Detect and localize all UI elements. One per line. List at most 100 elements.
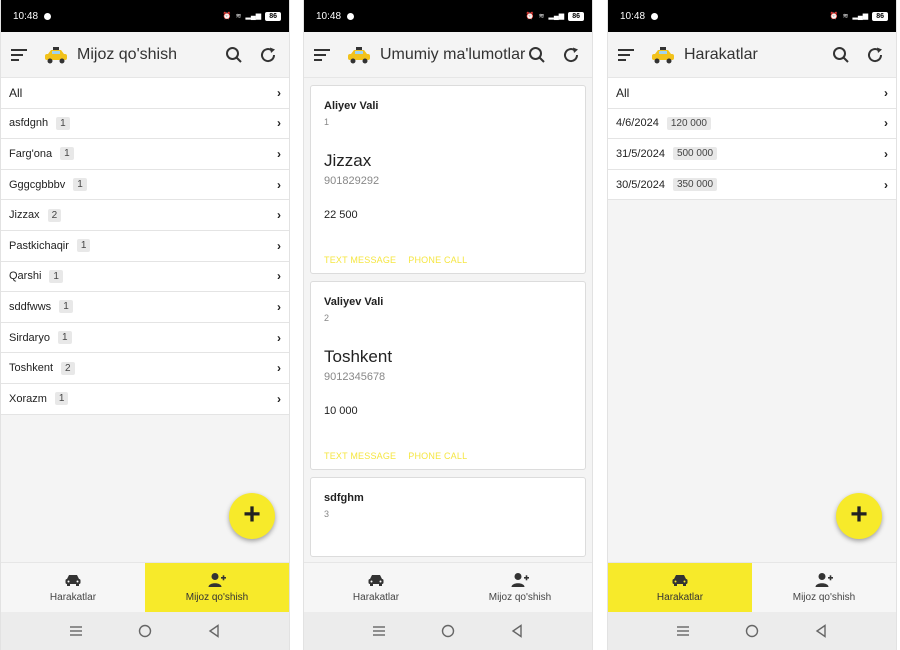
list-item[interactable]: Qarshi 1 ›	[1, 261, 289, 293]
region-name: asfdgnh	[9, 117, 49, 130]
home-icon[interactable]	[743, 622, 761, 640]
client-city: Toshkent	[324, 347, 393, 366]
phone-screen-overview: 10:48 ⏰ ≋ ▂▄▆ 86 Umumiy ma'lumotlar Aliy…	[303, 0, 593, 650]
count-badge: 1	[59, 300, 73, 314]
refresh-icon[interactable]	[257, 44, 279, 66]
status-icons: ⏰ ≋ ▂▄▆ 86	[223, 11, 281, 21]
list-item[interactable]: 31/5/2024 500 000 ›	[608, 139, 896, 170]
recents-icon[interactable]	[67, 622, 85, 640]
list-item-label: All	[616, 85, 630, 100]
menu-icon[interactable]	[618, 44, 640, 66]
chevron-right-icon: ›	[884, 116, 888, 131]
chevron-right-icon: ›	[277, 208, 281, 223]
phone-call-button[interactable]: PHONE CALL	[408, 451, 467, 461]
page-title: Umumiy ma'lumotlar	[380, 45, 526, 63]
nav-tab-harakatlar[interactable]: Harakatlar	[608, 563, 752, 612]
region-name: Jizzax	[9, 209, 40, 222]
signal-icon: ▂▄▆	[548, 13, 565, 20]
client-amount: 22 500	[324, 209, 358, 221]
recents-icon[interactable]	[370, 622, 388, 640]
list-item[interactable]: Gggcgbbbv 1 ›	[1, 169, 289, 201]
list-item[interactable]: Pastkichaqir 1 ›	[1, 230, 289, 262]
battery-icon: 86	[872, 11, 888, 21]
page-title: Mijoz qo'shish	[77, 45, 177, 63]
notification-icon	[651, 12, 659, 20]
back-icon[interactable]	[508, 622, 526, 640]
add-button[interactable]: +	[836, 493, 882, 539]
wifi-icon: ≋	[235, 13, 242, 20]
notification-icon	[44, 12, 52, 20]
list-item[interactable]: sddfwws 1 ›	[1, 292, 289, 323]
count-badge: 1	[49, 269, 63, 283]
chevron-right-icon: ›	[884, 85, 888, 100]
list-item[interactable]: Toshkent 2 ›	[1, 353, 289, 384]
menu-icon[interactable]	[11, 44, 33, 66]
alarm-icon: ⏰	[829, 13, 839, 20]
client-name: sdfghm	[324, 492, 364, 504]
client-card[interactable]: sdfghm 3	[310, 477, 586, 557]
list-item[interactable]: Sirdaryo 1 ›	[1, 322, 289, 354]
region-name: Sirdaryo	[9, 331, 50, 344]
client-card[interactable]: Valiyev Vali 2 Toshkent 9012345678 10 00…	[310, 281, 586, 470]
refresh-icon[interactable]	[560, 44, 582, 66]
signal-icon: ▂▄▆	[852, 13, 869, 20]
list-item[interactable]: Farg'ona 1 ›	[1, 139, 289, 170]
bottom-nav: Harakatlar Mijoz qo'shish	[608, 562, 896, 612]
text-message-button[interactable]: TEXT MESSAGE	[324, 255, 396, 265]
list-item[interactable]: asfdgnh 1 ›	[1, 108, 289, 140]
app-bar: Umumiy ma'lumotlar	[304, 32, 592, 78]
battery-icon: 86	[265, 11, 281, 21]
plus-icon: +	[850, 498, 868, 531]
search-icon[interactable]	[830, 44, 852, 66]
list-item[interactable]: 4/6/2024 120 000 ›	[608, 108, 896, 140]
nav-label: Mijoz qo'shish	[488, 592, 552, 603]
transaction-date: 4/6/2024	[616, 117, 659, 130]
nav-label: Harakatlar	[656, 592, 704, 603]
list-item[interactable]: Xorazm 1 ›	[1, 383, 289, 415]
region-name: Pastkichaqir	[9, 239, 69, 252]
recents-icon[interactable]	[674, 622, 692, 640]
nav-label: Mijoz qo'shish	[792, 592, 856, 603]
back-icon[interactable]	[812, 622, 830, 640]
client-id: 1	[324, 117, 330, 127]
nav-tab-harakatlar[interactable]: Harakatlar	[304, 563, 448, 612]
phone-call-button[interactable]: PHONE CALL	[408, 255, 467, 265]
list-item-all[interactable]: All ›	[608, 78, 896, 109]
chevron-right-icon: ›	[277, 238, 281, 253]
app-bar: Mijoz qo'shish	[1, 32, 289, 78]
search-icon[interactable]	[526, 44, 548, 66]
home-icon[interactable]	[136, 622, 154, 640]
chevron-right-icon: ›	[277, 116, 281, 131]
list-item-all[interactable]: All ›	[1, 78, 289, 109]
alarm-icon: ⏰	[525, 13, 535, 20]
list-item[interactable]: Jizzax 2 ›	[1, 200, 289, 231]
system-nav-bar	[304, 612, 592, 650]
car-icon	[368, 575, 384, 586]
home-icon[interactable]	[439, 622, 457, 640]
chevron-right-icon: ›	[277, 299, 281, 314]
battery-icon: 86	[568, 11, 584, 21]
list-item[interactable]: 30/5/2024 350 000 ›	[608, 169, 896, 201]
amount-badge: 500 000	[672, 147, 718, 161]
bottom-nav: Harakatlar Mijoz qo'shish	[304, 562, 592, 612]
client-phone: 901829292	[324, 175, 380, 187]
menu-icon[interactable]	[314, 44, 336, 66]
add-button[interactable]: +	[229, 493, 275, 539]
text-message-button[interactable]: TEXT MESSAGE	[324, 451, 396, 461]
system-nav-bar	[608, 612, 896, 650]
back-icon[interactable]	[205, 622, 223, 640]
nav-tab-mijoz-qoshish[interactable]: Mijoz qo'shish	[752, 563, 896, 612]
nav-tab-mijoz-qoshish[interactable]: Mijoz qo'shish	[145, 563, 289, 612]
nav-tab-harakatlar[interactable]: Harakatlar	[1, 563, 145, 612]
refresh-icon[interactable]	[864, 44, 886, 66]
client-city: Jizzax	[324, 151, 372, 170]
chevron-right-icon: ›	[884, 177, 888, 192]
client-card[interactable]: Aliyev Vali 1 Jizzax 901829292 22 500 TE…	[310, 85, 586, 274]
chevron-right-icon: ›	[277, 269, 281, 284]
region-name: sddfwws	[9, 300, 52, 313]
search-icon[interactable]	[223, 44, 245, 66]
count-badge: 1	[73, 178, 87, 192]
nav-tab-mijoz-qoshish[interactable]: Mijoz qo'shish	[448, 563, 592, 612]
signal-icon: ▂▄▆	[245, 13, 262, 20]
list-item-label: All	[9, 85, 23, 100]
